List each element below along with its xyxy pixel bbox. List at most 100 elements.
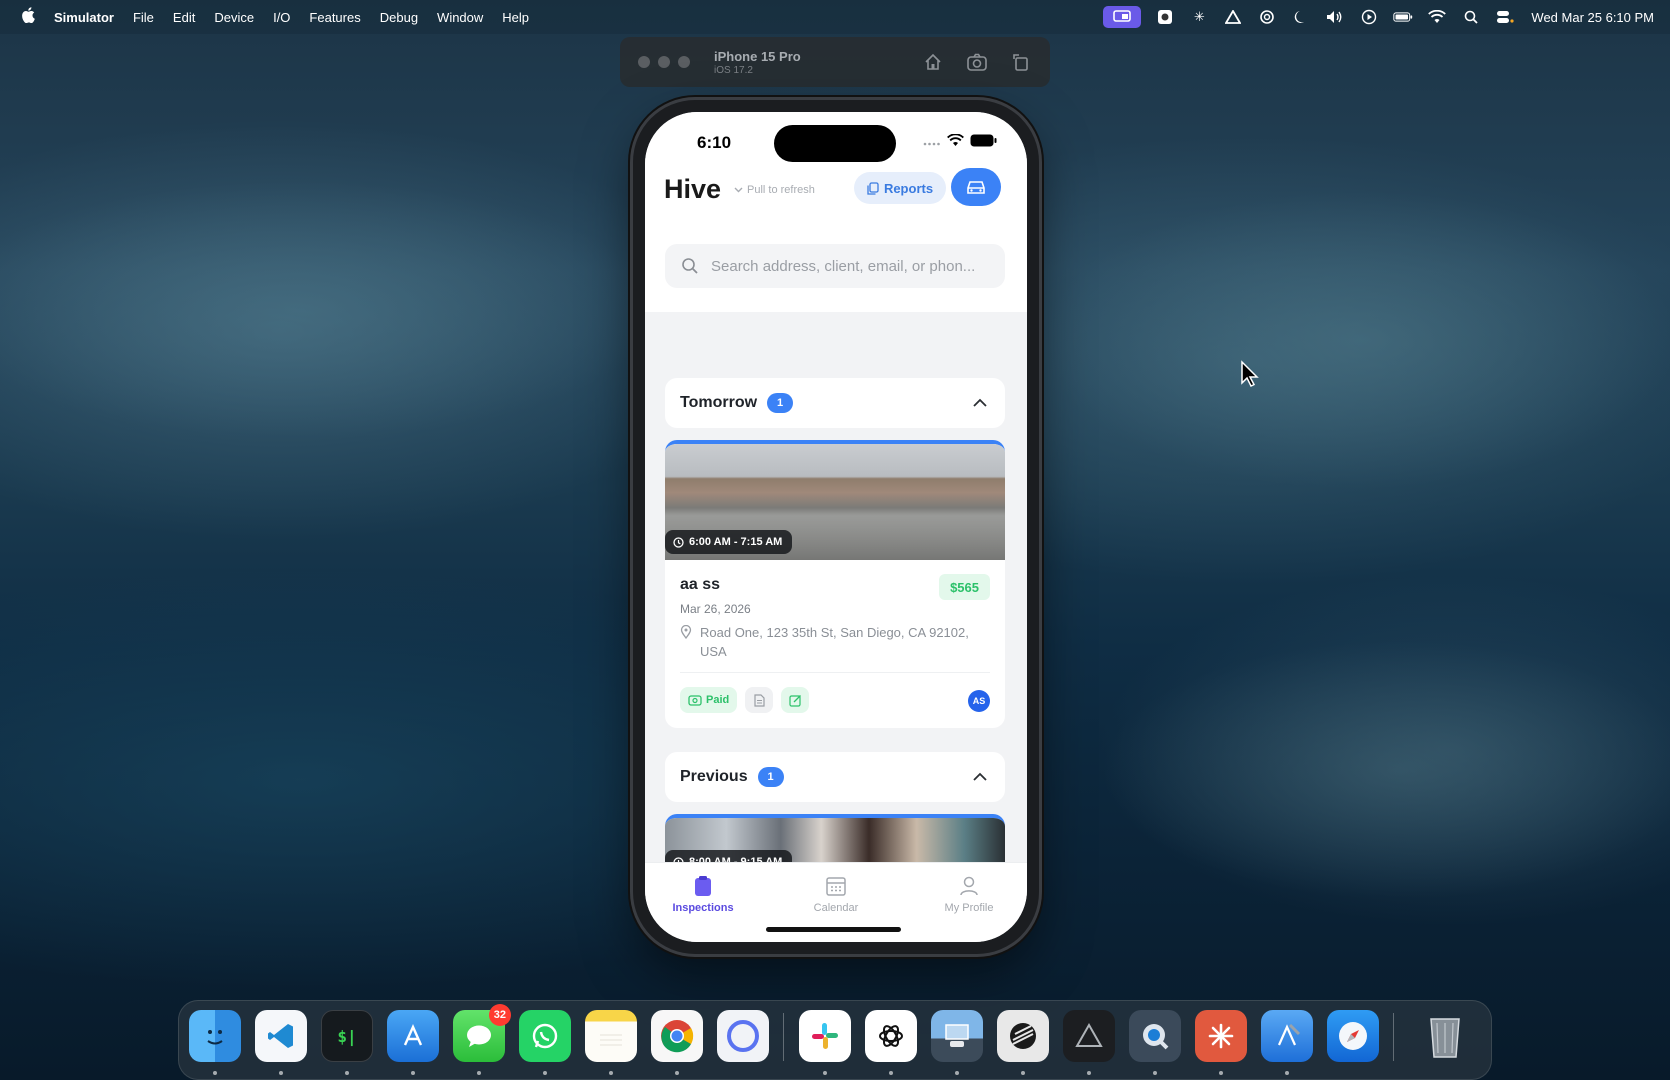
dock-chrome-icon[interactable] xyxy=(651,1010,703,1062)
menu-app-name[interactable]: Simulator xyxy=(54,10,114,25)
section-header-tomorrow[interactable]: Tomorrow 1 xyxy=(665,378,1005,428)
location-pin-icon xyxy=(680,625,692,639)
cellular-dots-icon xyxy=(923,134,941,152)
wifi-icon[interactable] xyxy=(1427,7,1447,27)
running-indicator xyxy=(1153,1071,1157,1075)
paid-status-chip[interactable]: Paid xyxy=(680,687,738,713)
card-actions: Paid xyxy=(680,687,810,713)
os-version: iOS 17.2 xyxy=(714,64,753,76)
drive-mode-button[interactable] xyxy=(951,168,1001,206)
tab-label: Inspections xyxy=(672,902,734,914)
time-range-pill: 6:00 AM - 7:15 AM xyxy=(665,530,793,554)
menu-io[interactable]: I/O xyxy=(273,10,290,25)
running-indicator xyxy=(1219,1071,1223,1075)
menu-file[interactable]: File xyxy=(133,10,154,25)
camera-shutter-icon[interactable] xyxy=(1155,7,1175,27)
chevron-up-icon[interactable] xyxy=(971,768,989,786)
report-document-button[interactable] xyxy=(745,687,774,713)
dock-vscode-icon[interactable] xyxy=(255,1010,307,1062)
menu-bar: Simulator File Edit Device I/O Features … xyxy=(0,0,1670,34)
moon-icon[interactable] xyxy=(1291,7,1311,27)
openai-icon[interactable] xyxy=(1257,7,1277,27)
dynamic-island xyxy=(774,125,896,162)
rotate-device-icon[interactable] xyxy=(1010,51,1032,73)
zoom-window-button[interactable] xyxy=(678,56,690,68)
close-window-button[interactable] xyxy=(638,56,650,68)
property-photo: 6:00 AM - 7:15 AM xyxy=(665,444,1005,560)
spotlight-search-icon[interactable] xyxy=(1461,7,1481,27)
inspector-avatar[interactable]: AS xyxy=(968,690,990,712)
paid-label: Paid xyxy=(706,694,730,706)
dock-notes-icon[interactable] xyxy=(585,1010,637,1062)
play-circle-icon[interactable] xyxy=(1359,7,1379,27)
property-address: Road One, 123 35th St, San Diego, CA 921… xyxy=(680,623,980,661)
running-indicator xyxy=(1021,1071,1025,1075)
tab-calendar[interactable]: Calendar xyxy=(781,875,891,914)
menu-device[interactable]: Device xyxy=(214,10,254,25)
reports-icon xyxy=(867,181,879,195)
dock-messages-icon[interactable]: 32 xyxy=(453,1004,511,1062)
chevron-up-icon[interactable] xyxy=(971,394,989,412)
wifi-icon xyxy=(947,133,964,152)
section-title: Previous xyxy=(680,768,748,785)
menu-debug[interactable]: Debug xyxy=(380,10,418,25)
minimize-window-button[interactable] xyxy=(658,56,670,68)
battery-icon[interactable] xyxy=(1393,7,1413,27)
person-icon xyxy=(960,876,978,896)
dock-preview-icon[interactable] xyxy=(931,1010,983,1062)
search-input[interactable] xyxy=(711,257,991,275)
apple-menu-icon[interactable] xyxy=(20,7,36,27)
dock-slack-icon[interactable] xyxy=(799,1010,851,1062)
dock-finder-icon[interactable] xyxy=(189,1010,241,1062)
running-indicator xyxy=(1285,1071,1289,1075)
agreement-button[interactable] xyxy=(781,687,810,713)
screen-mirroring-icon[interactable] xyxy=(1103,6,1142,28)
home-indicator[interactable] xyxy=(766,927,901,932)
clipboard-icon xyxy=(695,876,711,896)
inspection-card[interactable]: 6:00 AM - 7:15 AM aa ss $565 Mar 26, 202… xyxy=(665,440,1005,728)
sparkle-icon[interactable]: ✳ xyxy=(1189,7,1209,27)
volume-icon[interactable] xyxy=(1325,7,1345,27)
dock-claude-icon[interactable] xyxy=(1195,1010,1247,1062)
menu-bar-clock[interactable]: Wed Mar 25 6:10 PM xyxy=(1531,10,1654,25)
menu-help[interactable]: Help xyxy=(502,10,529,25)
dock-safari-icon[interactable] xyxy=(1327,1010,1379,1062)
simulator-titlebar[interactable]: iPhone 15 Pro iOS 17.2 xyxy=(620,37,1050,87)
chevron-down-icon xyxy=(734,187,743,193)
running-indicator xyxy=(477,1071,481,1075)
tab-inspections[interactable]: Inspections xyxy=(648,875,758,914)
dock-proton-icon[interactable] xyxy=(717,1010,769,1062)
dock-tower-icon[interactable] xyxy=(1063,1010,1115,1062)
home-icon[interactable] xyxy=(922,51,944,73)
clock-icon xyxy=(673,536,684,548)
dock-quicktime-icon[interactable] xyxy=(1129,1010,1181,1062)
time-range-label: 6:00 AM - 7:15 AM xyxy=(689,536,783,548)
running-indicator xyxy=(543,1071,547,1075)
section-header-previous[interactable]: Previous 1 xyxy=(665,752,1005,802)
running-indicator xyxy=(889,1071,893,1075)
dock-trash-icon[interactable] xyxy=(1419,1010,1471,1062)
ios-status-bar: 6:10 xyxy=(645,112,1027,162)
pull-to-refresh-label: Pull to refresh xyxy=(747,184,815,196)
menu-edit[interactable]: Edit xyxy=(173,10,195,25)
dock-warp-icon[interactable] xyxy=(997,1010,1049,1062)
dock-instruments-icon[interactable] xyxy=(1261,1010,1313,1062)
card-divider xyxy=(680,672,990,673)
search-bar[interactable] xyxy=(665,244,1005,288)
dock-xcode-icon[interactable] xyxy=(387,1010,439,1062)
screenshot-icon[interactable] xyxy=(966,51,988,73)
app-brand-title: Hive xyxy=(664,174,722,204)
menu-features[interactable]: Features xyxy=(309,10,360,25)
status-icons xyxy=(923,133,997,152)
dock-whatsapp-icon[interactable] xyxy=(519,1010,571,1062)
control-center-icon[interactable] xyxy=(1495,7,1515,27)
reports-button[interactable]: Reports xyxy=(854,172,946,204)
simulator-device-title: iPhone 15 Pro iOS 17.2 xyxy=(714,49,801,76)
tab-my-profile[interactable]: My Profile xyxy=(914,875,1024,914)
dock-terminal-icon[interactable]: $| xyxy=(321,1010,373,1062)
dock-chatgpt-icon[interactable] xyxy=(865,1010,917,1062)
running-indicator xyxy=(345,1071,349,1075)
menu-window[interactable]: Window xyxy=(437,10,483,25)
client-name: aa ss xyxy=(680,576,721,593)
triangle-alert-icon[interactable] xyxy=(1223,7,1243,27)
